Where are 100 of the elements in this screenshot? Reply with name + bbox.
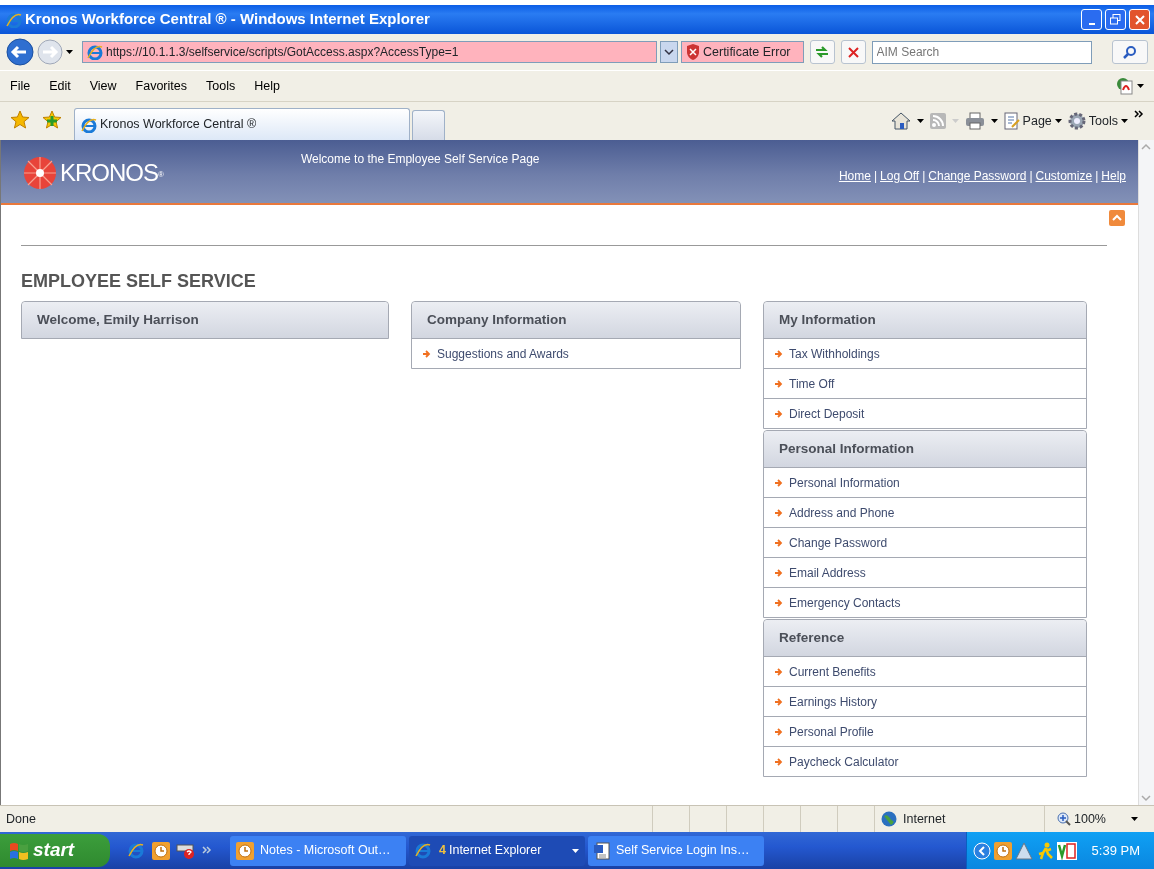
logo-text: KRONOS$^{®}$ xyxy=(60,157,163,188)
favorites-star-icon[interactable] xyxy=(10,110,30,130)
command-button[interactable]: Page xyxy=(1003,112,1062,131)
panel-link[interactable]: Paycheck Calculator xyxy=(764,746,1086,776)
minimize-button[interactable] xyxy=(1081,9,1102,30)
panel-title: Welcome, Emily Harrison xyxy=(22,302,388,338)
close-button[interactable] xyxy=(1129,9,1150,30)
arrow-icon xyxy=(775,478,783,487)
caret-icon xyxy=(1131,817,1138,821)
panel-title: Company Information xyxy=(412,302,740,338)
panel-link[interactable]: Earnings History xyxy=(764,686,1086,716)
clock-icon[interactable] xyxy=(152,841,170,860)
menu-item[interactable]: View xyxy=(89,76,117,96)
drive-help-icon[interactable] xyxy=(176,841,196,860)
page-heading: EMPLOYEE SELF SERVICE xyxy=(21,270,257,293)
caret-icon[interactable] xyxy=(916,119,924,124)
panel-link[interactable]: Change Password xyxy=(764,527,1086,557)
browser-icon xyxy=(415,841,433,860)
arrow-icon xyxy=(775,727,783,736)
panel-link[interactable]: Tax Withholdings xyxy=(764,338,1086,368)
header-link[interactable]: Log Off xyxy=(880,166,920,185)
menu-item[interactable]: Help xyxy=(254,76,280,96)
warning-icon[interactable] xyxy=(1014,841,1033,860)
scrollbar[interactable] xyxy=(1138,140,1154,805)
caret-icon[interactable] xyxy=(1137,84,1144,88)
header-link[interactable]: Home xyxy=(838,166,871,185)
taskbar-button[interactable]: 4 Internet Explorer xyxy=(409,835,585,866)
expand-icon[interactable] xyxy=(972,841,991,860)
menu-item[interactable]: Favorites xyxy=(135,76,187,96)
minimize-icon xyxy=(1088,22,1095,25)
search-button[interactable] xyxy=(1112,40,1148,64)
arrow-icon xyxy=(423,349,431,358)
taskbar-button[interactable]: Notes - Microsoft Out… xyxy=(230,835,406,866)
page-icon xyxy=(1003,112,1020,131)
arrow-icon xyxy=(775,349,783,358)
clock: 5:39 PM xyxy=(1091,841,1140,860)
link-separator: | xyxy=(922,167,926,185)
panel-link[interactable]: Email Address xyxy=(764,557,1086,587)
arrow-icon xyxy=(775,697,783,706)
header-link[interactable]: Change Password xyxy=(928,166,1027,185)
welcome-text: Welcome to the Employee Self Service Page xyxy=(300,151,540,168)
restore-button[interactable] xyxy=(1105,9,1126,30)
dropdown-icon[interactable] xyxy=(660,41,678,63)
arrow-icon xyxy=(775,757,783,766)
window-count: 4 xyxy=(439,842,446,860)
arrow-icon xyxy=(775,409,783,418)
panel-link[interactable]: Personal Information xyxy=(764,467,1086,497)
restore-icon xyxy=(1110,14,1121,25)
header-link[interactable]: Customize xyxy=(1035,166,1093,185)
arrow-icon xyxy=(775,538,783,547)
panel-link[interactable]: Personal Profile xyxy=(764,716,1086,746)
panel-link[interactable]: Emergency Contacts xyxy=(764,587,1086,617)
search-field[interactable]: AIM Search xyxy=(871,40,1092,64)
printer-icon[interactable] xyxy=(964,112,985,131)
panel-link[interactable]: Suggestions and Awards xyxy=(412,338,740,368)
panel-title: Personal Information xyxy=(764,431,1086,467)
window-title: Kronos Workforce Central ® - Windows Internet Explorer xyxy=(25,9,431,30)
panel-link[interactable]: Address and Phone xyxy=(764,497,1086,527)
start-button[interactable]: start xyxy=(0,834,110,867)
address-field[interactable]: https://10.1.1.3/selfservice/scripts/GotAccess.aspx?AccessType=1 xyxy=(82,41,657,63)
shield-icon xyxy=(686,44,700,60)
status-text: Done xyxy=(5,810,37,828)
panel-link[interactable]: Current Benefits xyxy=(764,656,1086,686)
panel-title: Reference xyxy=(764,620,1086,656)
panel-link[interactable]: Time Off xyxy=(764,368,1086,398)
scroll-top-icon[interactable] xyxy=(1109,210,1125,226)
header-link[interactable]: Help xyxy=(1101,166,1126,185)
globe-icon xyxy=(881,811,897,827)
menu-item[interactable]: File xyxy=(10,76,31,96)
browser-icon xyxy=(6,11,22,28)
arrow-icon xyxy=(775,568,783,577)
panel-title: My Information xyxy=(764,302,1086,338)
menu-item[interactable]: Edit xyxy=(49,76,71,96)
command-button[interactable]: Tools xyxy=(1067,112,1128,131)
add-favorite-icon[interactable] xyxy=(42,110,62,130)
caret-icon[interactable] xyxy=(66,50,73,54)
stop-button[interactable] xyxy=(840,40,866,64)
caret-icon xyxy=(951,119,959,124)
refresh-icon xyxy=(814,45,831,59)
link-separator: | xyxy=(873,167,878,185)
taskbar-button[interactable]: Self Service Login Ins… xyxy=(588,835,764,866)
home-icon[interactable] xyxy=(890,112,911,131)
browser-icon[interactable] xyxy=(128,841,146,860)
clock-icon[interactable] xyxy=(993,841,1012,860)
pdf-icon[interactable] xyxy=(1116,77,1134,95)
certificate-error-button[interactable]: Certificate Error xyxy=(681,41,804,63)
refresh-button[interactable] xyxy=(809,40,835,64)
tray-app-icon[interactable] xyxy=(1056,841,1077,860)
arrow-icon xyxy=(775,667,783,676)
menu-item[interactable]: Tools xyxy=(206,76,236,96)
browser-icon xyxy=(81,116,97,133)
link-separator: | xyxy=(1095,167,1099,185)
zoom-icon xyxy=(1057,812,1071,826)
stop-icon xyxy=(847,46,859,58)
browser-tab[interactable]: Kronos Workforce Central ® xyxy=(74,108,410,140)
panel-link[interactable]: Direct Deposit xyxy=(764,398,1086,428)
close-icon xyxy=(1134,14,1145,25)
caret-icon[interactable] xyxy=(990,119,998,124)
clock-icon xyxy=(236,841,254,860)
back-icon[interactable] xyxy=(6,38,34,66)
